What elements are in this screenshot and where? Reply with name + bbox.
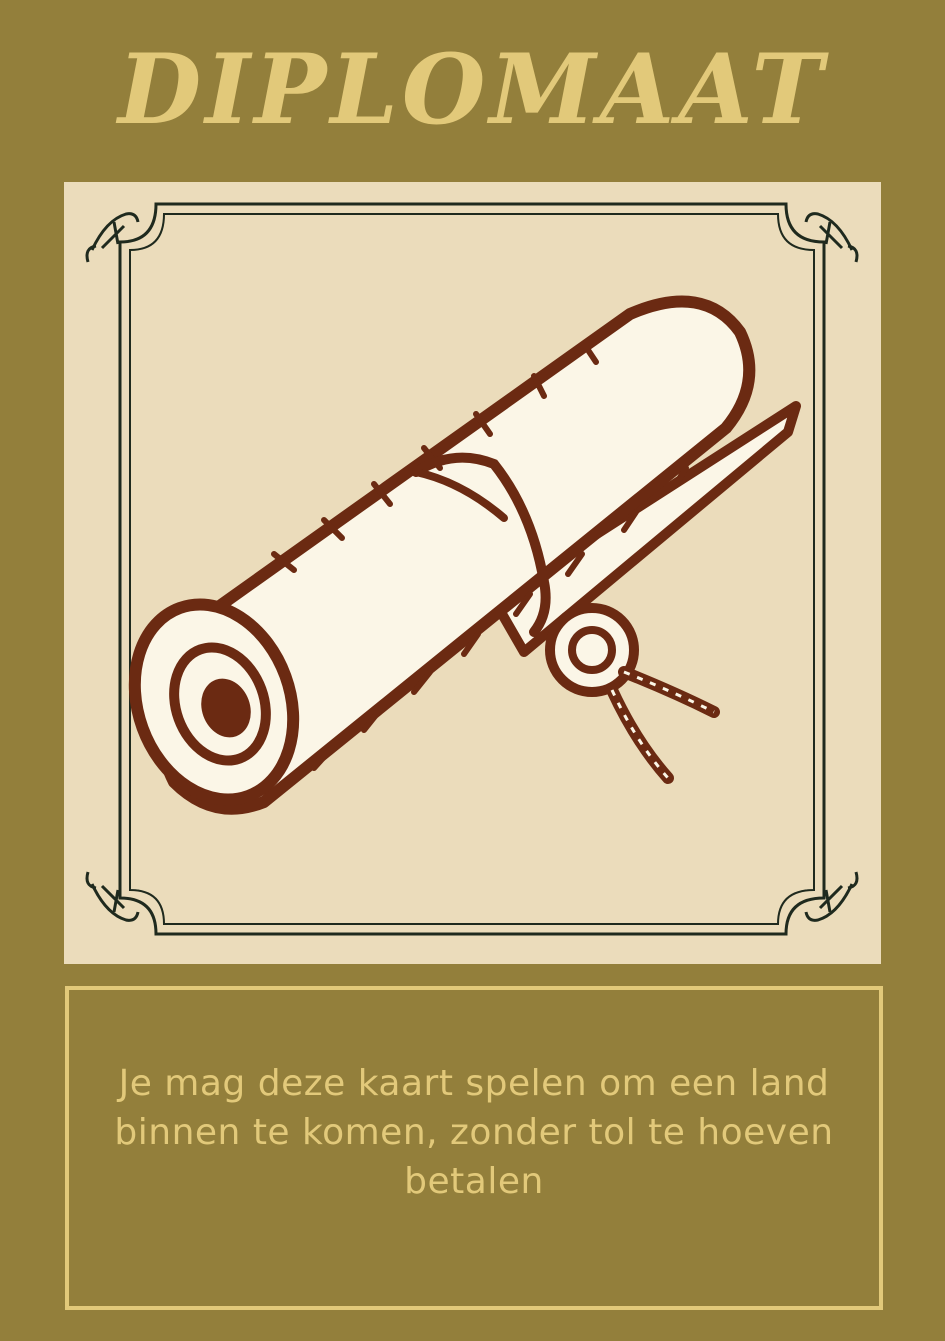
diploma-scroll-icon <box>128 295 801 815</box>
card-title: DIPLOMAAT <box>118 33 827 146</box>
illustration-panel <box>64 182 881 964</box>
scroll-illustration <box>85 202 859 936</box>
card-text-box: Je mag deze kaart spelen om een land bin… <box>65 986 883 1310</box>
card-description: Je mag deze kaart spelen om een land bin… <box>114 1062 834 1202</box>
